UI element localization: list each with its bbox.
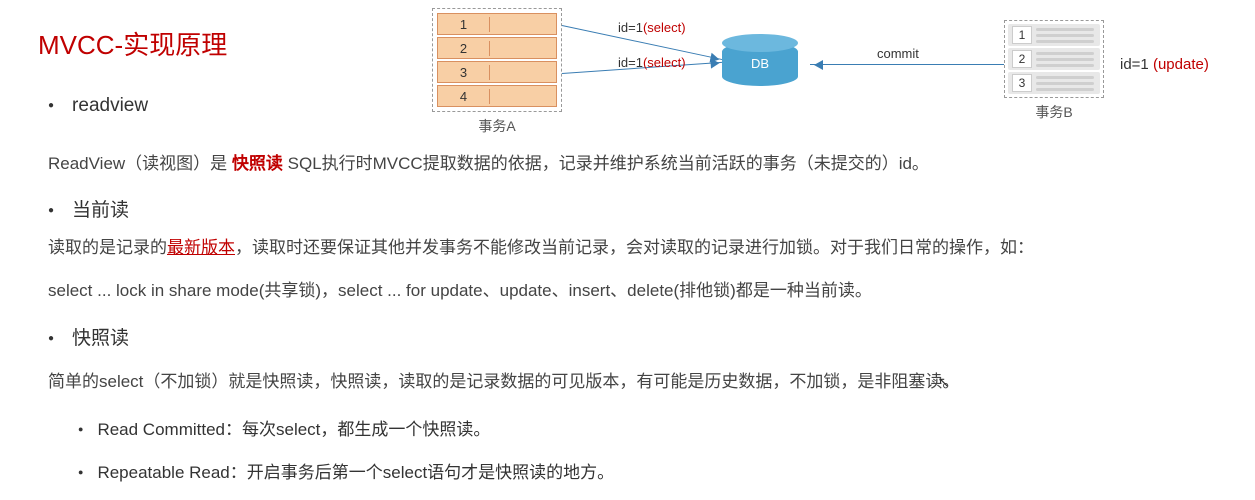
row-num: 1 [1012,26,1032,44]
readview-paragraph: ReadView（读视图）是 快照读 SQL执行时MVCC提取数据的依据，记录并… [48,152,929,176]
edge-label-select-2: id=1(select) [618,55,686,70]
table-row: 1 [1008,24,1100,46]
transaction-a-box: 1 2 3 4 [432,8,562,112]
table-row: 3 [437,61,557,83]
row-num: 2 [438,41,490,56]
edge-label-commit: commit [877,46,919,61]
mvcc-diagram: 1 2 3 4 事务A id=1(select) id=1(select) DB… [432,8,1244,143]
row-num: 3 [438,65,490,80]
edge-label-select-1: id=1(select) [618,20,686,35]
table-row: 2 [1008,48,1100,70]
section-heading-readview: readview [48,95,148,117]
db-label: DB [722,56,798,71]
table-row: 2 [437,37,557,59]
sub-bullet-read-committed: Read Committed：每次select，都生成一个快照读。 [78,415,490,440]
section-heading-snapshot-read: 快照读 [48,323,129,350]
page-title: MVCC-实现原理 [38,25,227,62]
table-row: 4 [437,85,557,107]
edge-line [810,64,1004,65]
current-read-line1: 读取的是记录的最新版本，读取时还要保证其他并发事务不能修改当前记录，会对读取的记… [48,236,1034,260]
transaction-b-label: 事务B [1004,102,1104,122]
edge-label-update: id=1 (update) [1120,56,1209,73]
sub-bullet-repeatable-read: Repeatable Read：开启事务后第一个select语句才是快照读的地方… [78,458,614,483]
section-heading-current-read: 当前读 [48,195,129,222]
row-num: 2 [1012,50,1032,68]
table-row: 3 [1008,72,1100,94]
cursor-icon: ↖ [938,374,950,391]
transaction-a-label: 事务A [432,116,562,136]
row-num: 4 [438,89,490,104]
transaction-b-box: 1 2 3 [1004,20,1104,98]
current-read-line2: select ... lock in share mode(共享锁)，selec… [48,279,872,303]
snapshot-read-line1: 简单的select（不加锁）就是快照读，快照读，读取的是记录数据的可见版本，有可… [48,370,959,394]
db-icon: DB [722,42,798,86]
table-row: 1 [437,13,557,35]
row-num: 1 [438,17,490,32]
row-num: 3 [1012,74,1032,92]
